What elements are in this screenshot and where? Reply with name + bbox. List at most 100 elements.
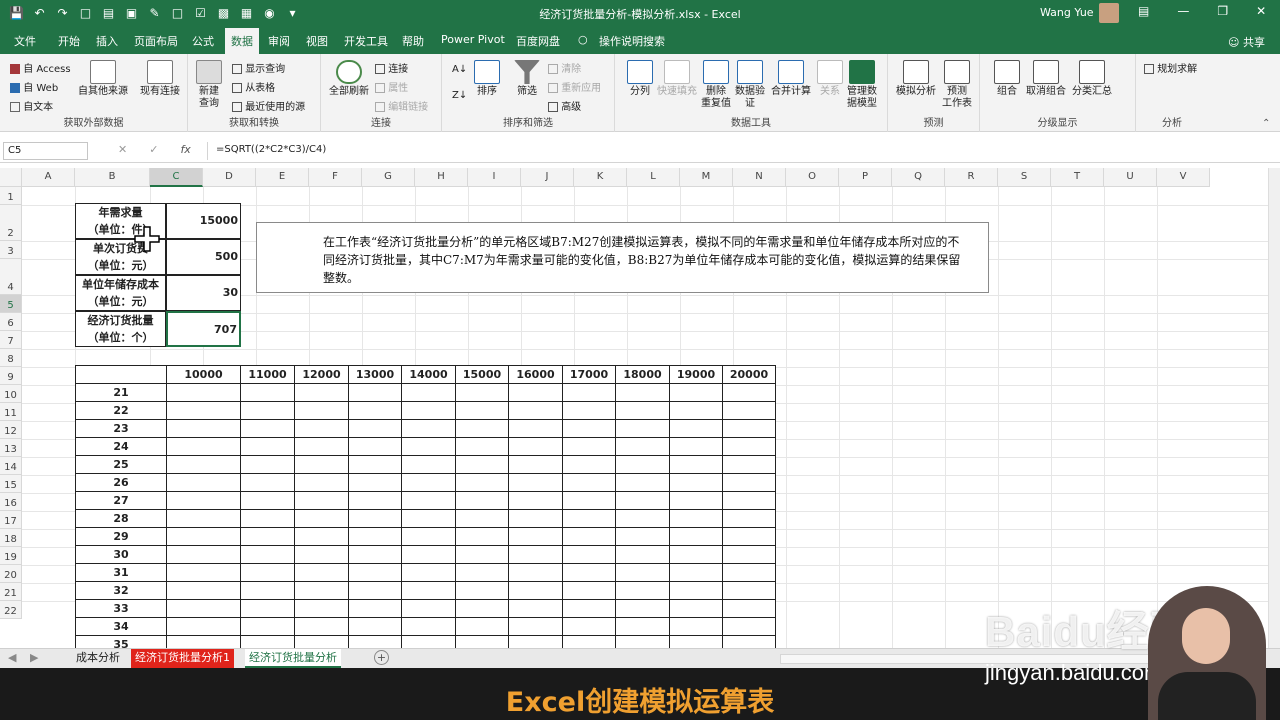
result-cell[interactable]: [294, 437, 349, 456]
row-header[interactable]: 15: [0, 475, 22, 493]
close-icon[interactable]: ✕: [1256, 4, 1266, 18]
cost-row-cell[interactable]: 34: [75, 617, 167, 636]
tell-me-search[interactable]: 操作说明搜索: [599, 33, 665, 49]
demand-header-cell[interactable]: 15000: [455, 365, 509, 384]
result-cell[interactable]: [508, 635, 563, 648]
result-cell[interactable]: [348, 455, 402, 474]
result-cell[interactable]: [562, 491, 616, 510]
result-cell[interactable]: [669, 563, 723, 582]
result-cell[interactable]: [615, 545, 670, 564]
result-cell[interactable]: [669, 437, 723, 456]
result-cell[interactable]: [562, 635, 616, 648]
cost-row-cell[interactable]: 24: [75, 437, 167, 456]
row-header[interactable]: 22: [0, 601, 22, 619]
demand-header-cell[interactable]: 12000: [294, 365, 349, 384]
column-header[interactable]: I: [468, 168, 521, 187]
column-header[interactable]: T: [1051, 168, 1104, 187]
column-header[interactable]: E: [256, 168, 309, 187]
tab-view[interactable]: 视图: [306, 33, 328, 49]
result-cell[interactable]: [615, 581, 670, 600]
tab-power-pivot[interactable]: Power Pivot: [441, 33, 505, 46]
row-header[interactable]: 17: [0, 511, 22, 529]
result-cell[interactable]: [508, 401, 563, 420]
result-cell[interactable]: [669, 617, 723, 636]
result-cell[interactable]: [240, 455, 295, 474]
result-cell[interactable]: [615, 599, 670, 618]
column-header[interactable]: P: [839, 168, 892, 187]
connections-button[interactable]: 连接: [375, 60, 408, 75]
user-avatar[interactable]: [1099, 3, 1119, 23]
result-cell[interactable]: [508, 437, 563, 456]
result-cell[interactable]: [166, 563, 241, 582]
row-header[interactable]: 16: [0, 493, 22, 511]
sort-asc-icon[interactable]: A↓: [452, 64, 467, 75]
row-header[interactable]: 18: [0, 529, 22, 547]
result-cell[interactable]: [669, 527, 723, 546]
result-cell[interactable]: [348, 617, 402, 636]
result-cell[interactable]: [401, 545, 456, 564]
vertical-scrollbar[interactable]: [1268, 168, 1280, 648]
result-cell[interactable]: [166, 491, 241, 510]
result-cell[interactable]: [166, 437, 241, 456]
result-cell[interactable]: [294, 635, 349, 648]
advanced-filter-button[interactable]: 高级: [548, 98, 581, 113]
column-header[interactable]: M: [680, 168, 733, 187]
result-cell[interactable]: [722, 383, 776, 402]
cost-row-cell[interactable]: 35: [75, 635, 167, 648]
cost-row-cell[interactable]: 31: [75, 563, 167, 582]
ribbon-display-icon[interactable]: ▤: [1138, 4, 1149, 18]
row-header[interactable]: 2: [0, 205, 22, 241]
result-cell[interactable]: [615, 419, 670, 438]
result-cell[interactable]: [401, 599, 456, 618]
result-cell[interactable]: [401, 509, 456, 528]
result-cell[interactable]: [240, 419, 295, 438]
result-cell[interactable]: [669, 419, 723, 438]
result-cell[interactable]: [455, 635, 509, 648]
result-cell[interactable]: [240, 635, 295, 648]
demand-header-cell[interactable]: 18000: [615, 365, 670, 384]
result-cell[interactable]: [562, 473, 616, 492]
result-cell[interactable]: [294, 509, 349, 528]
cost-row-cell[interactable]: 33: [75, 599, 167, 618]
row-header[interactable]: 12: [0, 421, 22, 439]
column-header[interactable]: V: [1157, 168, 1210, 187]
result-cell[interactable]: [348, 527, 402, 546]
row-header[interactable]: 8: [0, 349, 22, 367]
result-cell[interactable]: [240, 527, 295, 546]
result-cell[interactable]: [615, 491, 670, 510]
collapse-ribbon-icon[interactable]: ⌃: [1262, 118, 1270, 129]
result-cell[interactable]: [669, 599, 723, 618]
result-cell[interactable]: [240, 509, 295, 528]
cost-row-cell[interactable]: 28: [75, 509, 167, 528]
result-cell[interactable]: [166, 617, 241, 636]
cost-row-cell[interactable]: 32: [75, 581, 167, 600]
name-box[interactable]: C5: [3, 142, 88, 160]
param-value[interactable]: 500: [166, 239, 241, 275]
relationships-button[interactable]: 关系: [817, 60, 843, 98]
row-header[interactable]: 3: [0, 241, 22, 259]
param-value[interactable]: 15000: [166, 203, 241, 239]
result-cell[interactable]: [294, 563, 349, 582]
result-cell[interactable]: [166, 401, 241, 420]
result-cell[interactable]: [294, 545, 349, 564]
result-cell[interactable]: [615, 455, 670, 474]
result-cell[interactable]: [401, 563, 456, 582]
result-cell[interactable]: [455, 599, 509, 618]
forecast-sheet-button[interactable]: 预测 工作表: [942, 60, 972, 110]
tab-review[interactable]: 审阅: [268, 33, 290, 49]
row-header[interactable]: 9: [0, 367, 22, 385]
sort-desc-icon[interactable]: Z↓: [452, 90, 467, 101]
sheet-tab-eoq-analysis[interactable]: 经济订货批量分析: [245, 649, 341, 668]
result-cell[interactable]: [722, 617, 776, 636]
result-cell[interactable]: [669, 635, 723, 648]
column-header[interactable]: D: [203, 168, 256, 187]
result-cell[interactable]: [508, 383, 563, 402]
filter-button[interactable]: 筛选: [514, 60, 540, 98]
result-cell[interactable]: [562, 419, 616, 438]
demand-header-cell[interactable]: 11000: [240, 365, 295, 384]
cost-row-cell[interactable]: 25: [75, 455, 167, 474]
row-header[interactable]: 11: [0, 403, 22, 421]
result-cell[interactable]: [722, 635, 776, 648]
column-header[interactable]: J: [521, 168, 574, 187]
demand-header-cell[interactable]: 16000: [508, 365, 563, 384]
